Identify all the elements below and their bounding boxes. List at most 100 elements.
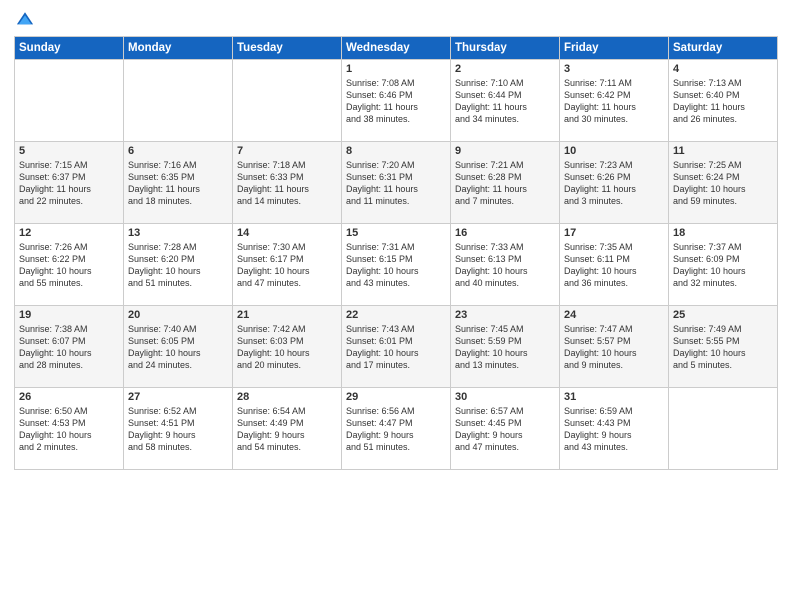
day-number: 20 xyxy=(128,309,228,321)
calendar-cell: 1 Sunrise: 7:08 AM Sunset: 6:46 PM Daylig… xyxy=(342,60,451,142)
day-info: Sunrise: 7:26 AM Sunset: 6:22 PM Dayligh… xyxy=(19,241,119,290)
week-row-4: 19 Sunrise: 7:38 AM Sunset: 6:07 PM Dayli… xyxy=(15,306,778,388)
calendar-cell: 19 Sunrise: 7:38 AM Sunset: 6:07 PM Dayli… xyxy=(15,306,124,388)
day-number: 3 xyxy=(564,63,664,75)
day-number: 17 xyxy=(564,227,664,239)
day-info: Sunrise: 6:59 AM Sunset: 4:43 PM Dayligh… xyxy=(564,405,664,454)
day-info: Sunrise: 7:08 AM Sunset: 6:46 PM Dayligh… xyxy=(346,77,446,126)
day-info: Sunrise: 7:15 AM Sunset: 6:37 PM Dayligh… xyxy=(19,159,119,208)
calendar-cell: 28 Sunrise: 6:54 AM Sunset: 4:49 PM Dayli… xyxy=(233,388,342,470)
calendar-cell: 22 Sunrise: 7:43 AM Sunset: 6:01 PM Dayli… xyxy=(342,306,451,388)
day-number: 28 xyxy=(237,391,337,403)
calendar-cell: 2 Sunrise: 7:10 AM Sunset: 6:44 PM Daylig… xyxy=(451,60,560,142)
day-number: 30 xyxy=(455,391,555,403)
day-info: Sunrise: 6:54 AM Sunset: 4:49 PM Dayligh… xyxy=(237,405,337,454)
calendar-cell: 21 Sunrise: 7:42 AM Sunset: 6:03 PM Dayli… xyxy=(233,306,342,388)
calendar-cell: 11 Sunrise: 7:25 AM Sunset: 6:24 PM Dayli… xyxy=(669,142,778,224)
calendar-cell: 20 Sunrise: 7:40 AM Sunset: 6:05 PM Dayli… xyxy=(124,306,233,388)
day-info: Sunrise: 7:25 AM Sunset: 6:24 PM Dayligh… xyxy=(673,159,773,208)
day-number: 9 xyxy=(455,145,555,157)
day-number: 21 xyxy=(237,309,337,321)
calendar-cell: 16Sunrise: 7:33 AM Sunset: 6:13 PM Dayli… xyxy=(451,224,560,306)
weekday-header-wednesday: Wednesday xyxy=(342,37,451,60)
calendar-cell xyxy=(124,60,233,142)
calendar-cell: 7 Sunrise: 7:18 AM Sunset: 6:33 PM Daylig… xyxy=(233,142,342,224)
day-info: Sunrise: 7:20 AM Sunset: 6:31 PM Dayligh… xyxy=(346,159,446,208)
day-info: Sunrise: 7:10 AM Sunset: 6:44 PM Dayligh… xyxy=(455,77,555,126)
day-info: Sunrise: 7:23 AM Sunset: 6:26 PM Dayligh… xyxy=(564,159,664,208)
day-number: 12 xyxy=(19,227,119,239)
day-number: 22 xyxy=(346,309,446,321)
day-info: Sunrise: 7:21 AM Sunset: 6:28 PM Dayligh… xyxy=(455,159,555,208)
day-number: 1 xyxy=(346,63,446,75)
calendar-table: SundayMondayTuesdayWednesdayThursdayFrid… xyxy=(14,36,778,470)
day-number: 7 xyxy=(237,145,337,157)
day-number: 27 xyxy=(128,391,228,403)
calendar-cell: 6Sunrise: 7:16 AM Sunset: 6:35 PM Daylig… xyxy=(124,142,233,224)
day-info: Sunrise: 7:38 AM Sunset: 6:07 PM Dayligh… xyxy=(19,323,119,372)
page: SundayMondayTuesdayWednesdayThursdayFrid… xyxy=(0,0,792,612)
day-info: Sunrise: 7:43 AM Sunset: 6:01 PM Dayligh… xyxy=(346,323,446,372)
calendar-cell: 15 Sunrise: 7:31 AM Sunset: 6:15 PM Dayli… xyxy=(342,224,451,306)
weekday-header-sunday: Sunday xyxy=(15,37,124,60)
calendar-cell: 25 Sunrise: 7:49 AM Sunset: 5:55 PM Dayli… xyxy=(669,306,778,388)
weekday-header-tuesday: Tuesday xyxy=(233,37,342,60)
calendar-cell xyxy=(15,60,124,142)
day-number: 11 xyxy=(673,145,773,157)
day-number: 15 xyxy=(346,227,446,239)
day-number: 10 xyxy=(564,145,664,157)
day-number: 8 xyxy=(346,145,446,157)
calendar-cell: 4 Sunrise: 7:13 AM Sunset: 6:40 PM Daylig… xyxy=(669,60,778,142)
weekday-header-thursday: Thursday xyxy=(451,37,560,60)
calendar-cell: 3 Sunrise: 7:11 AM Sunset: 6:42 PM Daylig… xyxy=(560,60,669,142)
day-number: 19 xyxy=(19,309,119,321)
weekday-header-row: SundayMondayTuesdayWednesdayThursdayFrid… xyxy=(15,37,778,60)
calendar-cell: 27 Sunrise: 6:52 AM Sunset: 4:51 PM Dayli… xyxy=(124,388,233,470)
calendar-cell: 31 Sunrise: 6:59 AM Sunset: 4:43 PM Dayli… xyxy=(560,388,669,470)
day-info: Sunrise: 7:30 AM Sunset: 6:17 PM Dayligh… xyxy=(237,241,337,290)
day-info: Sunrise: 7:42 AM Sunset: 6:03 PM Dayligh… xyxy=(237,323,337,372)
day-number: 25 xyxy=(673,309,773,321)
day-number: 18 xyxy=(673,227,773,239)
calendar-cell: 9 Sunrise: 7:21 AM Sunset: 6:28 PM Daylig… xyxy=(451,142,560,224)
day-info: Sunrise: 7:16 AM Sunset: 6:35 PM Dayligh… xyxy=(128,159,228,208)
day-info: Sunrise: 7:40 AM Sunset: 6:05 PM Dayligh… xyxy=(128,323,228,372)
calendar-cell: 17Sunrise: 7:35 AM Sunset: 6:11 PM Dayli… xyxy=(560,224,669,306)
weekday-header-saturday: Saturday xyxy=(669,37,778,60)
week-row-3: 12 Sunrise: 7:26 AM Sunset: 6:22 PM Dayli… xyxy=(15,224,778,306)
day-info: Sunrise: 7:45 AM Sunset: 5:59 PM Dayligh… xyxy=(455,323,555,372)
calendar-cell: 23 Sunrise: 7:45 AM Sunset: 5:59 PM Dayli… xyxy=(451,306,560,388)
calendar-cell: 30Sunrise: 6:57 AM Sunset: 4:45 PM Dayli… xyxy=(451,388,560,470)
day-info: Sunrise: 7:33 AM Sunset: 6:13 PM Dayligh… xyxy=(455,241,555,290)
day-number: 4 xyxy=(673,63,773,75)
weekday-header-friday: Friday xyxy=(560,37,669,60)
calendar-cell xyxy=(233,60,342,142)
calendar-cell: 12 Sunrise: 7:26 AM Sunset: 6:22 PM Dayli… xyxy=(15,224,124,306)
calendar-cell: 29Sunrise: 6:56 AM Sunset: 4:47 PM Dayli… xyxy=(342,388,451,470)
calendar-cell: 26Sunrise: 6:50 AM Sunset: 4:53 PM Dayli… xyxy=(15,388,124,470)
week-row-1: 1 Sunrise: 7:08 AM Sunset: 6:46 PM Daylig… xyxy=(15,60,778,142)
calendar-cell: 24Sunrise: 7:47 AM Sunset: 5:57 PM Dayli… xyxy=(560,306,669,388)
calendar-cell: 14 Sunrise: 7:30 AM Sunset: 6:17 PM Dayli… xyxy=(233,224,342,306)
day-info: Sunrise: 7:11 AM Sunset: 6:42 PM Dayligh… xyxy=(564,77,664,126)
day-number: 2 xyxy=(455,63,555,75)
header xyxy=(14,10,778,28)
day-info: Sunrise: 6:52 AM Sunset: 4:51 PM Dayligh… xyxy=(128,405,228,454)
calendar-cell: 8 Sunrise: 7:20 AM Sunset: 6:31 PM Daylig… xyxy=(342,142,451,224)
day-info: Sunrise: 7:31 AM Sunset: 6:15 PM Dayligh… xyxy=(346,241,446,290)
day-number: 13 xyxy=(128,227,228,239)
day-info: Sunrise: 6:56 AM Sunset: 4:47 PM Dayligh… xyxy=(346,405,446,454)
day-info: Sunrise: 6:50 AM Sunset: 4:53 PM Dayligh… xyxy=(19,405,119,454)
day-info: Sunrise: 7:37 AM Sunset: 6:09 PM Dayligh… xyxy=(673,241,773,290)
weekday-header-monday: Monday xyxy=(124,37,233,60)
calendar-cell: 10 Sunrise: 7:23 AM Sunset: 6:26 PM Dayli… xyxy=(560,142,669,224)
day-number: 31 xyxy=(564,391,664,403)
day-number: 23 xyxy=(455,309,555,321)
day-info: Sunrise: 7:18 AM Sunset: 6:33 PM Dayligh… xyxy=(237,159,337,208)
calendar-cell xyxy=(669,388,778,470)
day-number: 24 xyxy=(564,309,664,321)
calendar-cell: 13Sunrise: 7:28 AM Sunset: 6:20 PM Dayli… xyxy=(124,224,233,306)
day-info: Sunrise: 7:49 AM Sunset: 5:55 PM Dayligh… xyxy=(673,323,773,372)
day-number: 14 xyxy=(237,227,337,239)
day-info: Sunrise: 7:13 AM Sunset: 6:40 PM Dayligh… xyxy=(673,77,773,126)
